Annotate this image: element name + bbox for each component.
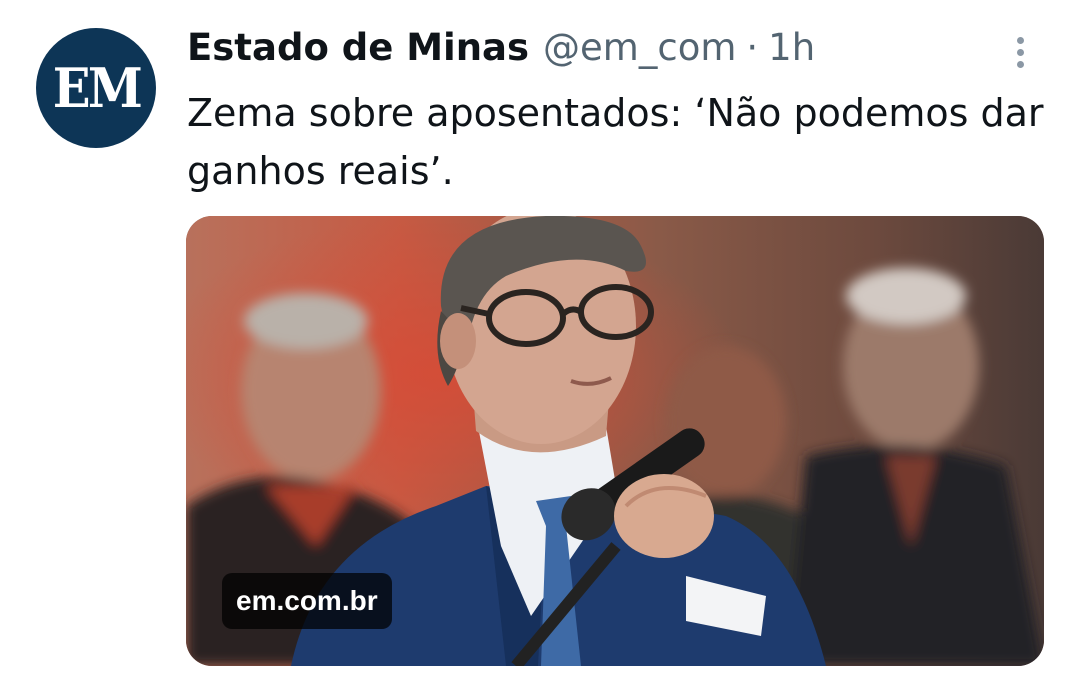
author-name[interactable]: Estado de Minas bbox=[187, 26, 529, 69]
more-vertical-icon bbox=[1016, 36, 1024, 44]
author-handle[interactable]: @em_com bbox=[543, 26, 736, 69]
tweet-text: Zema sobre aposentados: ‘Não podemos dar… bbox=[187, 91, 1044, 193]
header-separator: · bbox=[746, 26, 759, 69]
link-domain-badge: em.com.br bbox=[222, 573, 392, 629]
avatar-logo-text: EM bbox=[52, 56, 142, 120]
more-options-button[interactable] bbox=[1004, 30, 1036, 74]
tweet[interactable]: EM Estado de Minas @em_com · 1h Zema sob… bbox=[0, 0, 1080, 698]
link-card-media[interactable]: em.com.br bbox=[186, 216, 1044, 666]
tweet-header: Estado de Minas @em_com · 1h bbox=[187, 26, 815, 74]
tweet-timestamp[interactable]: 1h bbox=[768, 26, 815, 69]
author-avatar[interactable]: EM bbox=[36, 28, 156, 148]
